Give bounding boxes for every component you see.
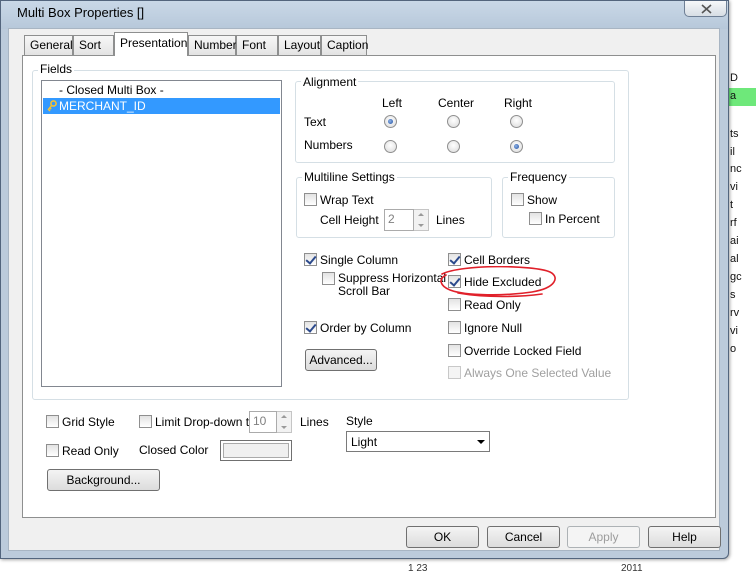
in-percent-label: In Percent: [545, 212, 600, 226]
wrap-text-checkbox[interactable]: [304, 193, 317, 206]
show-frequency-checkbox[interactable]: [511, 193, 524, 206]
cell-borders-checkbox[interactable]: [448, 253, 461, 266]
alignment-col-left: Left: [382, 96, 403, 110]
show-frequency-label: Show: [527, 193, 558, 207]
limit-dropdown-value: 10: [253, 414, 267, 428]
spin-up-icon[interactable]: [418, 213, 424, 216]
always-one-selected-label: Always One Selected Value: [464, 366, 612, 380]
limit-lines-label: Lines: [300, 415, 329, 429]
ignore-null-checkbox[interactable]: [448, 321, 461, 334]
apply-button-label: Apply: [588, 530, 619, 544]
suppress-horizontal-scrollbar-checkbox[interactable]: [322, 272, 335, 285]
list-item-selected[interactable]: MERCHANT_ID: [43, 98, 280, 114]
numbers-center-radio[interactable]: [447, 140, 460, 153]
text-right-radio[interactable]: [510, 115, 523, 128]
panel-content: Fields - Closed Multi Box - MERCHANT_ID …: [0, 0, 756, 573]
advanced-button[interactable]: Advanced...: [305, 349, 377, 371]
in-percent-checkbox[interactable]: [529, 212, 542, 225]
limit-dropdown-stepper[interactable]: [277, 411, 292, 433]
limit-dropdown-label: Limit Drop-down to: [155, 415, 256, 429]
apply-button: Apply: [567, 526, 640, 548]
cell-height-label: Cell Height: [320, 213, 379, 227]
style-dropdown-value: Light: [351, 435, 378, 449]
limit-dropdown-checkbox[interactable]: [139, 415, 152, 428]
spin-down-icon[interactable]: [418, 224, 424, 227]
grid-style-label: Grid Style: [62, 415, 115, 429]
style-dropdown[interactable]: Light: [346, 431, 490, 452]
red-annotation-circle: [440, 266, 556, 298]
scroll-bar-label: Scroll Bar: [338, 284, 391, 298]
background-button[interactable]: Background...: [47, 469, 160, 491]
frequency-group-label: Frequency: [508, 170, 569, 184]
order-by-column-label: Order by Column: [320, 321, 412, 335]
spin-up-icon[interactable]: [281, 415, 287, 418]
chevron-down-icon[interactable]: [477, 440, 485, 444]
limit-dropdown-input[interactable]: 10: [249, 411, 277, 433]
key-icon: [47, 100, 57, 112]
color-swatch-fill: [223, 443, 289, 458]
ok-button[interactable]: OK: [406, 526, 479, 548]
grid-style-checkbox[interactable]: [46, 415, 59, 428]
fields-listbox[interactable]: - Closed Multi Box - MERCHANT_ID: [41, 80, 282, 387]
background-button-label: Background...: [66, 473, 141, 487]
closed-color-swatch[interactable]: [220, 440, 292, 461]
cell-height-stepper[interactable]: [414, 209, 429, 231]
single-column-checkbox[interactable]: [304, 253, 317, 266]
suppress-horizontal-label: Suppress Horizontal: [338, 271, 447, 285]
read-only-label: Read Only: [464, 298, 521, 312]
list-item-label: - Closed Multi Box -: [59, 83, 164, 97]
override-locked-field-checkbox[interactable]: [448, 344, 461, 357]
alignment-row-numbers: Numbers: [304, 138, 353, 152]
always-one-selected-checkbox: [448, 366, 461, 379]
alignment-group-label: Alignment: [301, 75, 359, 89]
multiline-group-label: Multiline Settings: [302, 170, 397, 184]
frequency-group: [502, 177, 615, 238]
cell-height-value: 2: [388, 212, 395, 226]
single-column-label: Single Column: [320, 253, 399, 267]
read-only-bottom-label: Read Only: [62, 444, 119, 458]
spin-down-icon[interactable]: [281, 426, 287, 429]
closed-color-label: Closed Color: [139, 443, 209, 457]
alignment-col-right: Right: [504, 96, 533, 110]
advanced-button-label: Advanced...: [309, 353, 373, 367]
text-center-radio[interactable]: [447, 115, 460, 128]
wrap-text-label: Wrap Text: [320, 193, 374, 207]
override-locked-field-label: Override Locked Field: [464, 344, 582, 358]
numbers-left-radio[interactable]: [384, 140, 397, 153]
ok-button-label: OK: [433, 530, 452, 544]
list-item-label: MERCHANT_ID: [59, 99, 146, 113]
order-by-column-checkbox[interactable]: [304, 321, 317, 334]
text-left-radio[interactable]: [384, 115, 397, 128]
cancel-button[interactable]: Cancel: [487, 526, 560, 548]
cell-borders-label: Cell Borders: [464, 253, 531, 267]
read-only-bottom-checkbox[interactable]: [46, 444, 59, 457]
help-button-label: Help: [672, 530, 697, 544]
ignore-null-label: Ignore Null: [464, 321, 523, 335]
cancel-button-label: Cancel: [504, 530, 543, 544]
cell-height-input[interactable]: 2: [384, 209, 414, 231]
cell-height-lines-label: Lines: [436, 213, 465, 227]
help-button[interactable]: Help: [648, 526, 721, 548]
fields-group-label: Fields: [38, 62, 75, 76]
numbers-right-radio[interactable]: [510, 140, 523, 153]
list-item[interactable]: - Closed Multi Box -: [43, 82, 280, 98]
style-label: Style: [346, 414, 373, 428]
alignment-row-text: Text: [304, 115, 327, 129]
alignment-col-center: Center: [438, 96, 475, 110]
